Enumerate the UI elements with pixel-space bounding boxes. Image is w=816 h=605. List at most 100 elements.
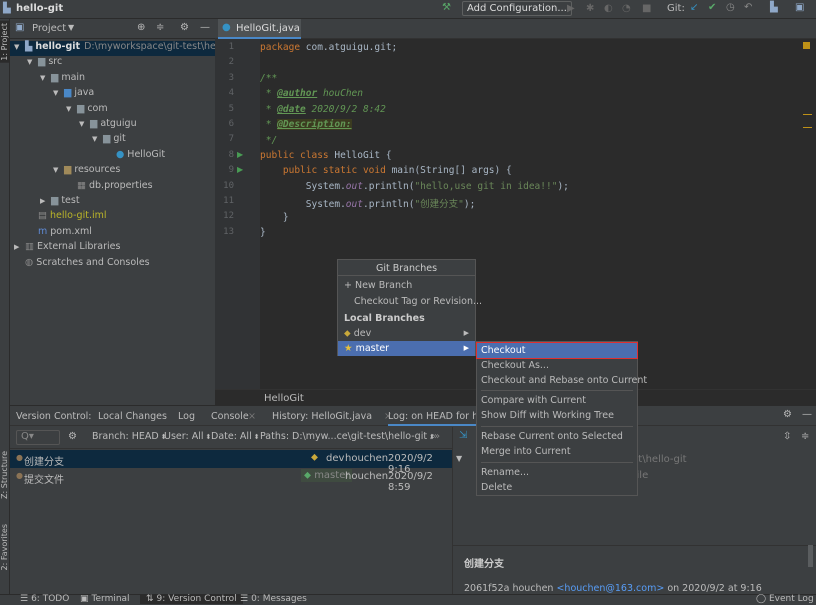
tree-item-main[interactable]: ▼ ▆ main — [10, 72, 215, 87]
vc-tab[interactable]: History: HelloGit.java — [272, 411, 372, 422]
tree-expand-icon[interactable]: ▼ — [456, 454, 462, 463]
submenu-item-compare-with-current[interactable]: Compare with Current — [477, 393, 637, 408]
status-tab[interactable]: ☰ 0: Messages — [240, 594, 307, 604]
add-configuration-button[interactable]: Add Configuration... — [462, 1, 572, 16]
submenu-item-checkout-as[interactable]: Checkout As... — [477, 358, 637, 373]
tree-item-git[interactable]: ▼ ▆ git — [10, 133, 215, 148]
collapse-all-icon[interactable]: ≑ — [156, 22, 164, 33]
tree-item-pom-xml[interactable]: m pom.xml — [10, 226, 215, 241]
vc-tab[interactable]: Console — [211, 411, 249, 422]
filter-dropdown[interactable]: Date: All ⬍ — [211, 431, 260, 442]
warning-stripe[interactable] — [803, 114, 812, 115]
code-area[interactable]: package com.atguigu.git; /** * @author h… — [215, 39, 816, 389]
submenu-item-checkout[interactable]: Checkout — [476, 342, 638, 359]
submenu-item-delete[interactable]: Delete — [477, 480, 637, 495]
scrollbar[interactable] — [808, 545, 813, 567]
tree-item-com[interactable]: ▼ ▆ com — [10, 103, 215, 118]
minimize-icon[interactable]: — — [200, 22, 210, 33]
tree-item-atguigu[interactable]: ▼ ▆ atguigu — [10, 118, 215, 133]
event-log-button[interactable]: ◯ Event Log — [756, 594, 814, 604]
close-icon[interactable]: × — [248, 411, 256, 422]
vc-tab[interactable]: Local Changes — [98, 411, 167, 422]
submenu-item-checkout-and-rebase-onto-current[interactable]: Checkout and Rebase onto Current — [477, 373, 647, 388]
submenu-item-merge-into-current[interactable]: Merge into Current — [477, 444, 637, 459]
tree-item-db-properties[interactable]: ▦ db.properties — [10, 180, 215, 195]
tree-item-test[interactable]: ▶ ▆ test — [10, 195, 215, 210]
project-tool-tab[interactable]: 1: Project — [0, 21, 9, 63]
collapse-arrow-icon[interactable]: ▶ — [14, 243, 25, 251]
git-commit-icon[interactable]: ✔ — [708, 2, 716, 13]
git-update-icon[interactable]: ↙ — [690, 2, 698, 13]
expand-arrow-icon[interactable]: ▼ — [92, 135, 103, 143]
coverage-icon[interactable]: ◐ — [604, 3, 613, 14]
filter-dropdown[interactable]: Branch: HEAD ⬍ — [92, 431, 167, 442]
commit-date: on 2020/9/2 at 9:16 — [667, 583, 762, 594]
branch-item-master[interactable]: ★ master ▶ — [338, 341, 475, 356]
debug-icon[interactable]: ✱ — [586, 3, 594, 14]
locate-icon[interactable]: ⊕ — [137, 22, 145, 33]
collapse-arrow-icon[interactable]: ▶ — [40, 197, 51, 205]
breadcrumb-item[interactable]: HelloGit — [264, 393, 304, 404]
tree-item-scratches-and-consoles[interactable]: ◍ Scratches and Consoles — [10, 257, 215, 272]
left-tool-strip: 1: Project Z: Structure 2: Favorites — [0, 19, 10, 605]
code-token: * — [260, 88, 278, 99]
vc-tab[interactable]: Log — [178, 411, 195, 422]
new-branch-item[interactable]: + New Branch — [338, 278, 475, 293]
project-structure-icon[interactable]: ▙ — [770, 2, 778, 13]
resources-folder-icon: ▆ — [64, 164, 72, 176]
favorites-tool-tab[interactable]: 2: Favorites — [0, 524, 9, 570]
filter-dropdown[interactable]: Paths: D:\myw...ce\git-test\hello-git ⬍ — [260, 431, 435, 442]
tree-item-hello-git-iml[interactable]: ▤ hello-git.iml — [10, 210, 215, 225]
chevron-down-icon[interactable]: ▼ — [68, 23, 74, 32]
submenu-item-rebase-current-onto-selected[interactable]: Rebase Current onto Selected — [477, 429, 637, 444]
status-tab[interactable]: ▣ Terminal — [80, 594, 130, 604]
expand-icon[interactable]: ⇲ — [459, 430, 467, 441]
stop-icon[interactable]: ■ — [642, 3, 651, 14]
project-view-dropdown[interactable]: Project — [32, 23, 66, 34]
structure-tool-tab[interactable]: Z: Structure — [0, 451, 9, 499]
commit-row[interactable]: ● 提交文件 ⬥ master houchen 2020/9/2 8:59 — [10, 468, 452, 493]
profile-icon[interactable]: ◔ — [622, 3, 631, 14]
gear-icon[interactable]: ⚙ — [68, 431, 77, 442]
presentation-icon[interactable]: ▣ — [795, 2, 804, 13]
build-hammer-icon[interactable]: ⚒ — [442, 2, 451, 13]
tree-item-resources[interactable]: ▼ ▆ resources — [10, 164, 215, 179]
status-tab[interactable]: ⇅ 9: Version Control — [140, 594, 243, 604]
tab-hellogit-java[interactable]: ● HelloGit.java — [218, 19, 301, 39]
author-email-link[interactable]: <houchen@163.com> — [556, 583, 664, 594]
submenu-item-show-diff-with-working-tree[interactable]: Show Diff with Working Tree — [477, 408, 637, 423]
search-icon[interactable]: ⌕ — [430, 431, 436, 442]
checkout-tag-item[interactable]: Checkout Tag or Revision... — [338, 294, 482, 309]
submenu-item-rename[interactable]: Rename... — [477, 465, 637, 480]
tree-item-hello-git[interactable]: ▼ ▙ hello-git D:\myworkspace\git-test\hello… — [10, 41, 243, 56]
git-history-icon[interactable]: ◷ — [726, 2, 735, 13]
expand-arrow-icon[interactable]: ▼ — [53, 89, 64, 97]
warning-stripe[interactable] — [803, 127, 812, 128]
minimize-icon[interactable]: — — [802, 409, 812, 420]
warning-marker[interactable] — [803, 42, 810, 49]
tree-item-java[interactable]: ▼ ▆ java — [10, 87, 215, 102]
tree-item-src[interactable]: ▼ ▆ src — [10, 56, 215, 71]
run-icon[interactable]: ▶ — [567, 3, 575, 14]
code-line: */ — [260, 135, 278, 146]
expand-arrow-icon[interactable]: ▼ — [66, 105, 77, 113]
expand-arrow-icon[interactable]: ▼ — [14, 43, 25, 51]
collapse-all-icon[interactable]: ≑ — [801, 431, 809, 442]
gear-icon[interactable]: ⚙ — [783, 409, 792, 420]
git-rollback-icon[interactable]: ↶ — [744, 2, 752, 13]
filter-dropdown[interactable]: User: All ⬍ — [164, 431, 211, 442]
expand-arrow-icon[interactable]: ▼ — [79, 120, 90, 128]
gear-icon[interactable]: ⚙ — [180, 22, 189, 33]
tag-icon: ⬥ — [304, 470, 315, 481]
tree-item-external-libraries[interactable]: ▶ ▥ External Libraries — [10, 241, 215, 256]
expand-arrow-icon[interactable]: ▼ — [53, 166, 64, 174]
tree-item-hellogit[interactable]: ● HelloGit — [10, 149, 215, 164]
expand-arrow-icon[interactable]: ▼ — [40, 74, 51, 82]
branch-item-dev[interactable]: ⬥ dev ▶ — [338, 326, 475, 341]
expand-all-icon[interactable]: ⇳ — [783, 431, 791, 442]
commit-row[interactable]: ● 创建分支 ⬥ dev houchen 2020/9/2 9:16 — [10, 450, 452, 475]
search-input[interactable]: Q▾ — [16, 430, 60, 445]
status-tab[interactable]: ☰ 6: TODO — [20, 594, 69, 604]
filter-label: User: All — [164, 431, 204, 442]
expand-arrow-icon[interactable]: ▼ — [27, 58, 38, 66]
